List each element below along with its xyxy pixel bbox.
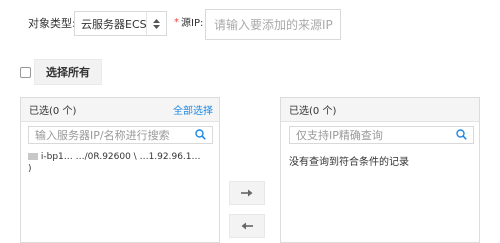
select-all-link[interactable]: 全部选择 (173, 102, 213, 117)
select-all-checkbox[interactable] (20, 67, 31, 78)
object-type-select[interactable]: 云服务器ECS (74, 11, 167, 36)
object-type-value: 云服务器ECS (81, 17, 147, 31)
select-all-button-label: 选择所有 (46, 66, 90, 79)
select-all-button[interactable]: 选择所有 (34, 59, 102, 85)
sort-caret-icon (146, 12, 166, 35)
server-row-line2: ) (28, 164, 32, 174)
move-left-button[interactable] (229, 214, 265, 238)
source-panel-title: 已选(0 个) (29, 106, 77, 117)
source-ip-placeholder: 请输入要添加的来源IP (214, 18, 333, 32)
source-ip-label: 源IP: (181, 18, 204, 29)
required-mark: * (174, 17, 179, 28)
selected-server-panel: 已选(0 个) 仅支持IP精确查询 没有查询到符合条件的记录 (280, 97, 480, 243)
arrow-left-icon (241, 220, 253, 233)
move-right-button[interactable] (229, 181, 265, 205)
list-item[interactable]: i-bp1… …/0R.92600 \ …1.92.96.1… ) (28, 151, 218, 175)
object-type-label: 对象类型: (28, 17, 76, 30)
source-ip-input[interactable]: 请输入要添加的来源IP (205, 9, 341, 40)
search-icon[interactable] (456, 129, 467, 143)
empty-state-text: 没有查询到符合条件的记录 (289, 157, 409, 168)
ip-exact-search-input[interactable]: 仅支持IP精确查询 (289, 126, 474, 144)
server-search-input[interactable]: 输入服务器IP/名称进行搜索 (28, 126, 213, 144)
masked-id-block (28, 153, 38, 160)
server-row-line1: i-bp1… …/0R.92600 \ …1.92.96.1… (40, 152, 201, 162)
search-icon[interactable] (195, 129, 206, 143)
server-search-placeholder: 输入服务器IP/名称进行搜索 (35, 129, 170, 142)
source-panel-header: 已选(0 个) 全部选择 (21, 98, 219, 122)
ip-exact-search-placeholder: 仅支持IP精确查询 (296, 129, 383, 142)
selected-panel-header: 已选(0 个) (281, 98, 479, 122)
source-server-panel: 已选(0 个) 全部选择 输入服务器IP/名称进行搜索 i-bp1… …/0R.… (20, 97, 220, 243)
arrow-right-icon (241, 187, 253, 200)
selected-panel-title: 已选(0 个) (289, 106, 337, 117)
